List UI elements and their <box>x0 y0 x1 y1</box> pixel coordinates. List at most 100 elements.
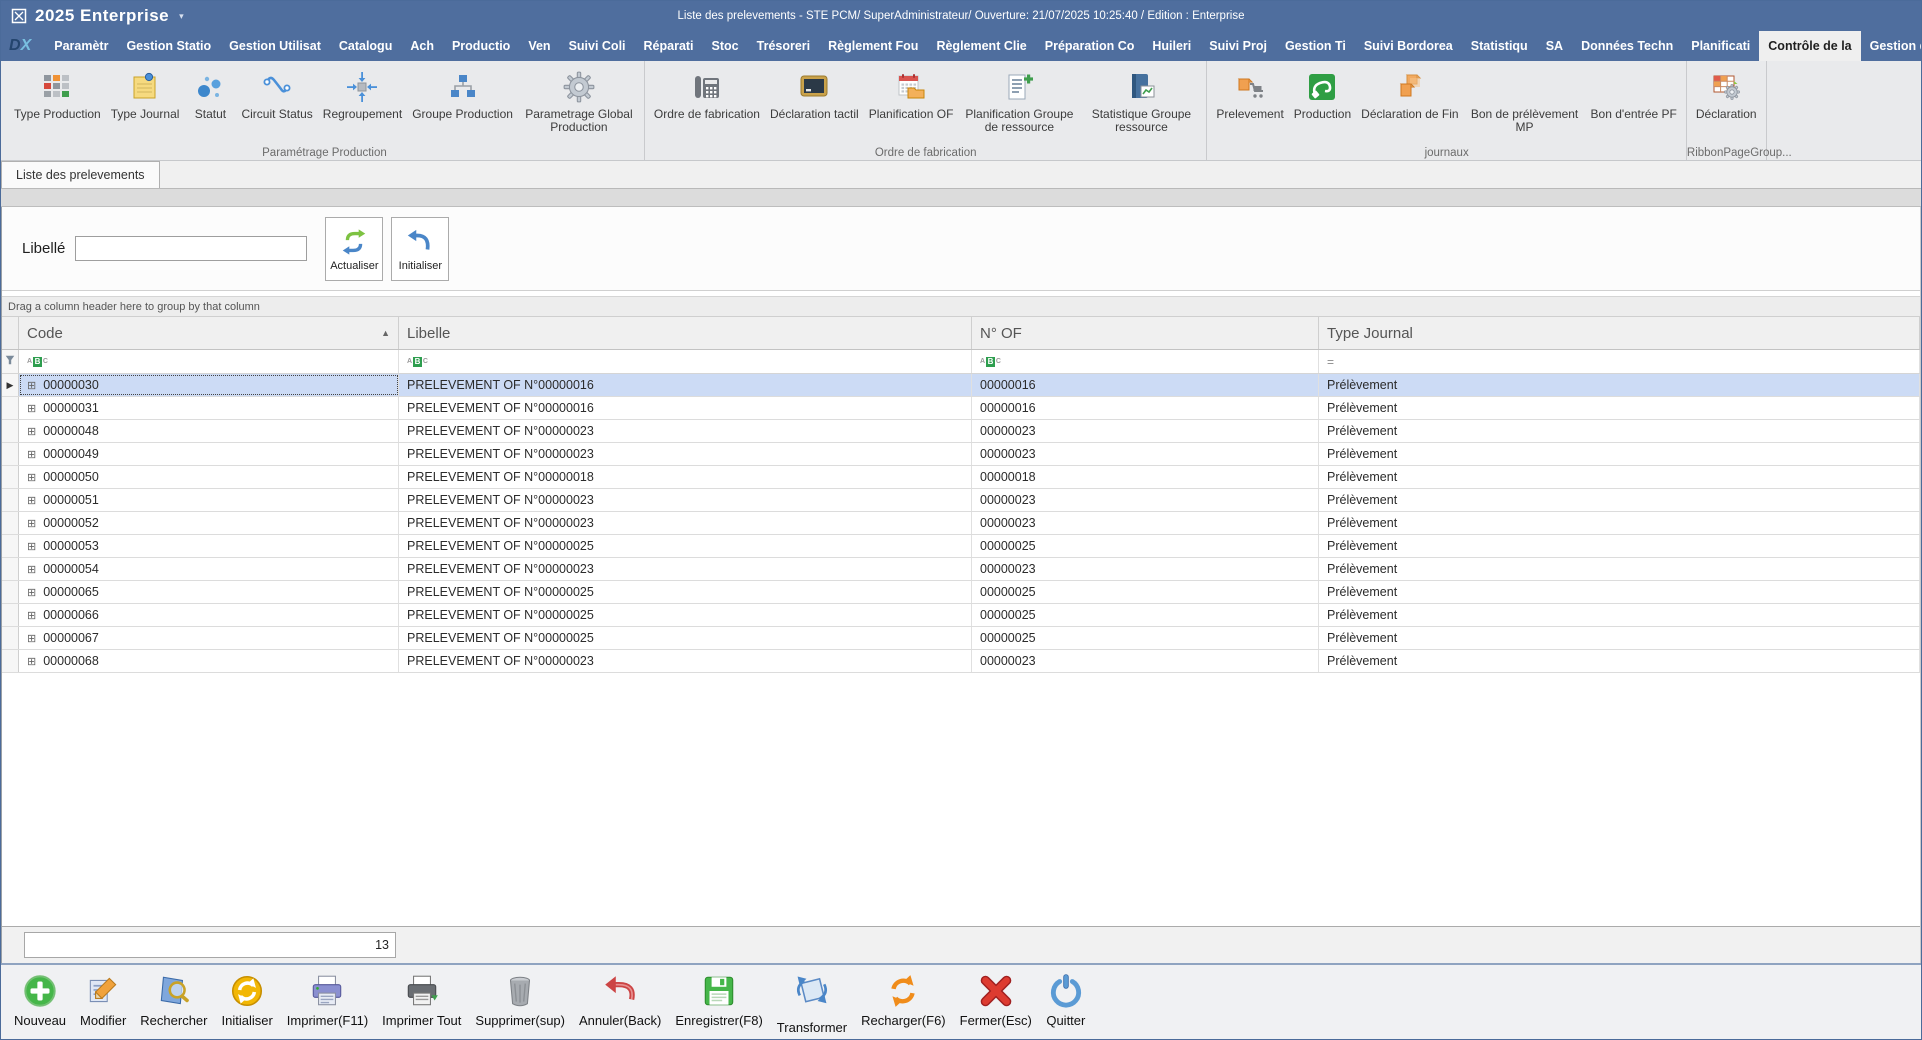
cell-n-of[interactable]: 00000023 <box>972 443 1319 465</box>
menu-tab-tresoreri[interactable]: Trésoreri <box>748 31 820 61</box>
column-header-type-journal[interactable]: Type Journal <box>1319 317 1920 349</box>
table-row[interactable]: ⊞00000066PRELEVEMENT OF N°00000025000000… <box>2 604 1920 627</box>
expand-row-icon[interactable]: ⊞ <box>27 632 36 645</box>
expand-row-icon[interactable]: ⊞ <box>27 494 36 507</box>
cell-libelle[interactable]: PRELEVEMENT OF N°00000018 <box>399 466 972 488</box>
cell-n-of[interactable]: 00000023 <box>972 512 1319 534</box>
cell-libelle[interactable]: PRELEVEMENT OF N°00000016 <box>399 397 972 419</box>
record-count-field[interactable] <box>24 932 396 958</box>
cell-n-of[interactable]: 00000023 <box>972 650 1319 672</box>
menu-tab-catalogu[interactable]: Catalogu <box>330 31 401 61</box>
menu-tab-parametr[interactable]: Paramètr <box>45 31 117 61</box>
cell-code[interactable]: ⊞00000049 <box>19 443 399 465</box>
ribbon-button-type-journal[interactable]: Type Journal <box>106 66 185 123</box>
group-by-drop-zone[interactable]: Drag a column header here to group by th… <box>2 296 1920 317</box>
menu-tab-gestion-ti[interactable]: Gestion Ti <box>1276 31 1355 61</box>
toolbar-button-recharger-f6[interactable]: Recharger(F6) <box>854 969 953 1030</box>
splitter-bar[interactable] <box>1 189 1921 207</box>
expand-row-icon[interactable]: ⊞ <box>27 586 36 599</box>
menu-tab-ach[interactable]: Ach <box>401 31 443 61</box>
cell-n-of[interactable]: 00000025 <box>972 604 1319 626</box>
table-row[interactable]: ▶⊞00000030PRELEVEMENT OF N°0000001600000… <box>2 374 1920 397</box>
toolbar-button-modifier[interactable]: Modifier <box>73 969 133 1030</box>
expand-row-icon[interactable]: ⊞ <box>27 540 36 553</box>
libelle-input[interactable] <box>75 236 307 261</box>
cell-n-of[interactable]: 00000016 <box>972 397 1319 419</box>
ribbon-button-parametrage-global-production[interactable]: Parametrage Global Production <box>518 66 640 136</box>
menu-tab-ven[interactable]: Ven <box>519 31 559 61</box>
table-row[interactable]: ⊞00000065PRELEVEMENT OF N°00000025000000… <box>2 581 1920 604</box>
toolbar-button-fermer-esc[interactable]: Fermer(Esc) <box>953 969 1039 1030</box>
cell-libelle[interactable]: PRELEVEMENT OF N°00000023 <box>399 420 972 442</box>
ribbon-button-declaration-tactil[interactable]: Déclaration tactil <box>765 66 864 123</box>
cell-type-journal[interactable]: Prélèvement <box>1319 420 1920 442</box>
cell-libelle[interactable]: PRELEVEMENT OF N°00000023 <box>399 512 972 534</box>
cell-type-journal[interactable]: Prélèvement <box>1319 650 1920 672</box>
cell-libelle[interactable]: PRELEVEMENT OF N°00000016 <box>399 374 972 396</box>
expand-row-icon[interactable]: ⊞ <box>27 379 36 392</box>
cell-libelle[interactable]: PRELEVEMENT OF N°00000023 <box>399 558 972 580</box>
menu-tab-gestion-statio[interactable]: Gestion Statio <box>117 31 220 61</box>
toolbar-button-annuler-back[interactable]: Annuler(Back) <box>572 969 668 1030</box>
cell-libelle[interactable]: PRELEVEMENT OF N°00000025 <box>399 604 972 626</box>
cell-code[interactable]: ⊞00000067 <box>19 627 399 649</box>
cell-libelle[interactable]: PRELEVEMENT OF N°00000025 <box>399 535 972 557</box>
table-row[interactable]: ⊞00000050PRELEVEMENT OF N°00000018000000… <box>2 466 1920 489</box>
cell-code[interactable]: ⊞00000066 <box>19 604 399 626</box>
expand-row-icon[interactable]: ⊞ <box>27 609 36 622</box>
toolbar-button-enregistrer-f8[interactable]: Enregistrer(F8) <box>668 969 769 1030</box>
expand-row-icon[interactable]: ⊞ <box>27 471 36 484</box>
cell-type-journal[interactable]: Prélèvement <box>1319 443 1920 465</box>
cell-type-journal[interactable]: Prélèvement <box>1319 397 1920 419</box>
cell-type-journal[interactable]: Prélèvement <box>1319 627 1920 649</box>
menu-tab-suivi-proj[interactable]: Suivi Proj <box>1200 31 1276 61</box>
expand-row-icon[interactable]: ⊞ <box>27 517 36 530</box>
expand-row-icon[interactable]: ⊞ <box>27 655 36 668</box>
menu-tab-reglement-fou[interactable]: Règlement Fou <box>819 31 927 61</box>
ribbon-button-bon-de-prelevement-mp[interactable]: Bon de prélèvement MP <box>1464 66 1586 136</box>
menu-tab-controle-de-la[interactable]: Contrôle de la <box>1759 31 1860 61</box>
table-row[interactable]: ⊞00000052PRELEVEMENT OF N°00000023000000… <box>2 512 1920 535</box>
filter-cell-libelle[interactable]: ABC <box>399 350 972 373</box>
window-menu-icon[interactable] <box>11 8 27 24</box>
menu-tab-suivi-coli[interactable]: Suivi Coli <box>560 31 635 61</box>
column-header-code[interactable]: Code▲ <box>19 317 399 349</box>
ribbon-button-statut[interactable]: Statut <box>184 66 236 123</box>
toolbar-button-transformer[interactable]: Transformer <box>770 969 854 1037</box>
cell-code[interactable]: ⊞00000051 <box>19 489 399 511</box>
menu-tab-gestion-de-cre[interactable]: Gestion de Cré <box>1861 31 1921 61</box>
cell-type-journal[interactable]: Prélèvement <box>1319 558 1920 580</box>
expand-row-icon[interactable]: ⊞ <box>27 425 36 438</box>
cell-n-of[interactable]: 00000018 <box>972 466 1319 488</box>
ribbon-button-production[interactable]: Production <box>1289 66 1356 123</box>
menu-tab-reparati[interactable]: Réparati <box>635 31 703 61</box>
menu-tab-donnees-techn[interactable]: Données Techn <box>1572 31 1682 61</box>
table-row[interactable]: ⊞00000051PRELEVEMENT OF N°00000023000000… <box>2 489 1920 512</box>
cell-code[interactable]: ⊞00000054 <box>19 558 399 580</box>
cell-type-journal[interactable]: Prélèvement <box>1319 581 1920 603</box>
menu-tab-huileri[interactable]: Huileri <box>1143 31 1200 61</box>
cell-libelle[interactable]: PRELEVEMENT OF N°00000023 <box>399 489 972 511</box>
ribbon-button-circuit-status[interactable]: Circuit Status <box>236 66 317 123</box>
filter-cell-type-journal[interactable]: = <box>1319 350 1920 373</box>
toolbar-button-nouveau[interactable]: Nouveau <box>7 969 73 1030</box>
initialiser-button[interactable]: Initialiser <box>391 217 449 281</box>
cell-n-of[interactable]: 00000025 <box>972 535 1319 557</box>
cell-code[interactable]: ⊞00000053 <box>19 535 399 557</box>
table-row[interactable]: ⊞00000054PRELEVEMENT OF N°00000023000000… <box>2 558 1920 581</box>
table-row[interactable]: ⊞00000068PRELEVEMENT OF N°00000023000000… <box>2 650 1920 673</box>
expand-row-icon[interactable]: ⊞ <box>27 448 36 461</box>
cell-n-of[interactable]: 00000025 <box>972 627 1319 649</box>
ribbon-button-prelevement[interactable]: Prelevement <box>1211 66 1288 123</box>
menu-tab-reglement-clie[interactable]: Règlement Clie <box>927 31 1035 61</box>
column-header-n-of[interactable]: N° OF <box>972 317 1319 349</box>
cell-libelle[interactable]: PRELEVEMENT OF N°00000023 <box>399 443 972 465</box>
ribbon-button-planification-of[interactable]: Planification OF <box>864 66 959 123</box>
cell-n-of[interactable]: 00000016 <box>972 374 1319 396</box>
filter-cell-code[interactable]: ABC <box>19 350 399 373</box>
cell-n-of[interactable]: 00000023 <box>972 420 1319 442</box>
cell-libelle[interactable]: PRELEVEMENT OF N°00000023 <box>399 650 972 672</box>
toolbar-button-quitter[interactable]: Quitter <box>1039 969 1093 1030</box>
toolbar-button-imprimer-f11[interactable]: Imprimer(F11) <box>280 969 375 1030</box>
menu-tab-statistiqu[interactable]: Statistiqu <box>1462 31 1537 61</box>
